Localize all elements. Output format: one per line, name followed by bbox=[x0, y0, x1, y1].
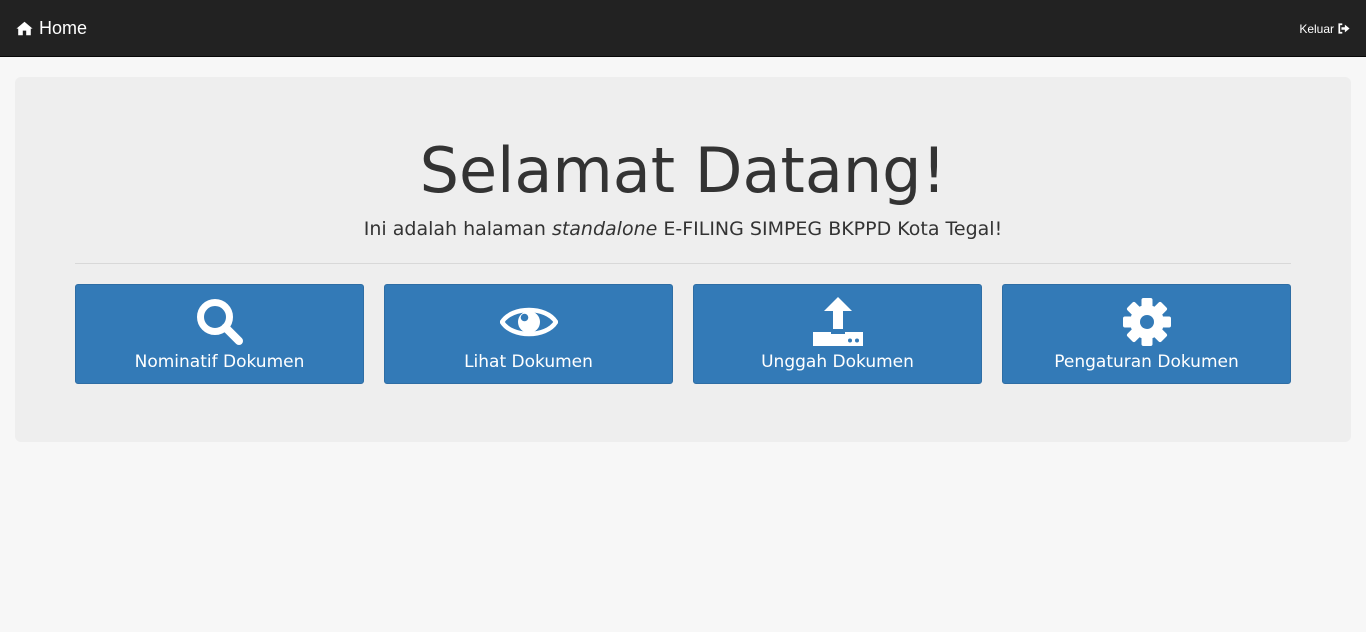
upload-icon bbox=[694, 297, 981, 347]
lihat-dokumen-button[interactable]: Lihat Dokumen bbox=[384, 284, 673, 384]
logout-label: Keluar bbox=[1299, 21, 1334, 36]
tile-label: Unggah Dokumen bbox=[761, 352, 914, 372]
sign-out-icon bbox=[1338, 23, 1350, 34]
gear-icon bbox=[1003, 297, 1290, 347]
nominatif-dokumen-button[interactable]: Nominatif Dokumen bbox=[75, 284, 364, 384]
logout-link[interactable]: Keluar bbox=[1299, 0, 1350, 57]
tile-label: Nominatif Dokumen bbox=[134, 352, 305, 372]
page-subtitle: Ini adalah halaman standalone E-FILING S… bbox=[15, 216, 1351, 242]
page-title: Selamat Datang! bbox=[419, 134, 947, 207]
unggah-dokumen-button[interactable]: Unggah Dokumen bbox=[693, 284, 982, 384]
search-icon bbox=[76, 297, 363, 347]
divider bbox=[75, 263, 1291, 264]
welcome-jumbotron: Selamat Datang! Ini adalah halaman stand… bbox=[15, 77, 1351, 442]
subtitle-text-start: Ini adalah halaman bbox=[363, 218, 552, 240]
eye-icon bbox=[385, 297, 672, 347]
home-label: Home bbox=[39, 18, 88, 38]
tile-label: Lihat Dokumen bbox=[464, 352, 593, 372]
tile-label: Pengaturan Dokumen bbox=[1054, 352, 1239, 372]
home-link[interactable]: Home bbox=[16, 0, 87, 57]
top-navbar: Home Keluar bbox=[0, 0, 1366, 57]
pengaturan-dokumen-button[interactable]: Pengaturan Dokumen bbox=[1002, 284, 1291, 384]
subtitle-emphasis: standalone bbox=[551, 218, 658, 240]
home-icon bbox=[16, 21, 33, 36]
subtitle-text-end: E-FILING SIMPEG BKPPD Kota Tegal! bbox=[657, 218, 1003, 240]
